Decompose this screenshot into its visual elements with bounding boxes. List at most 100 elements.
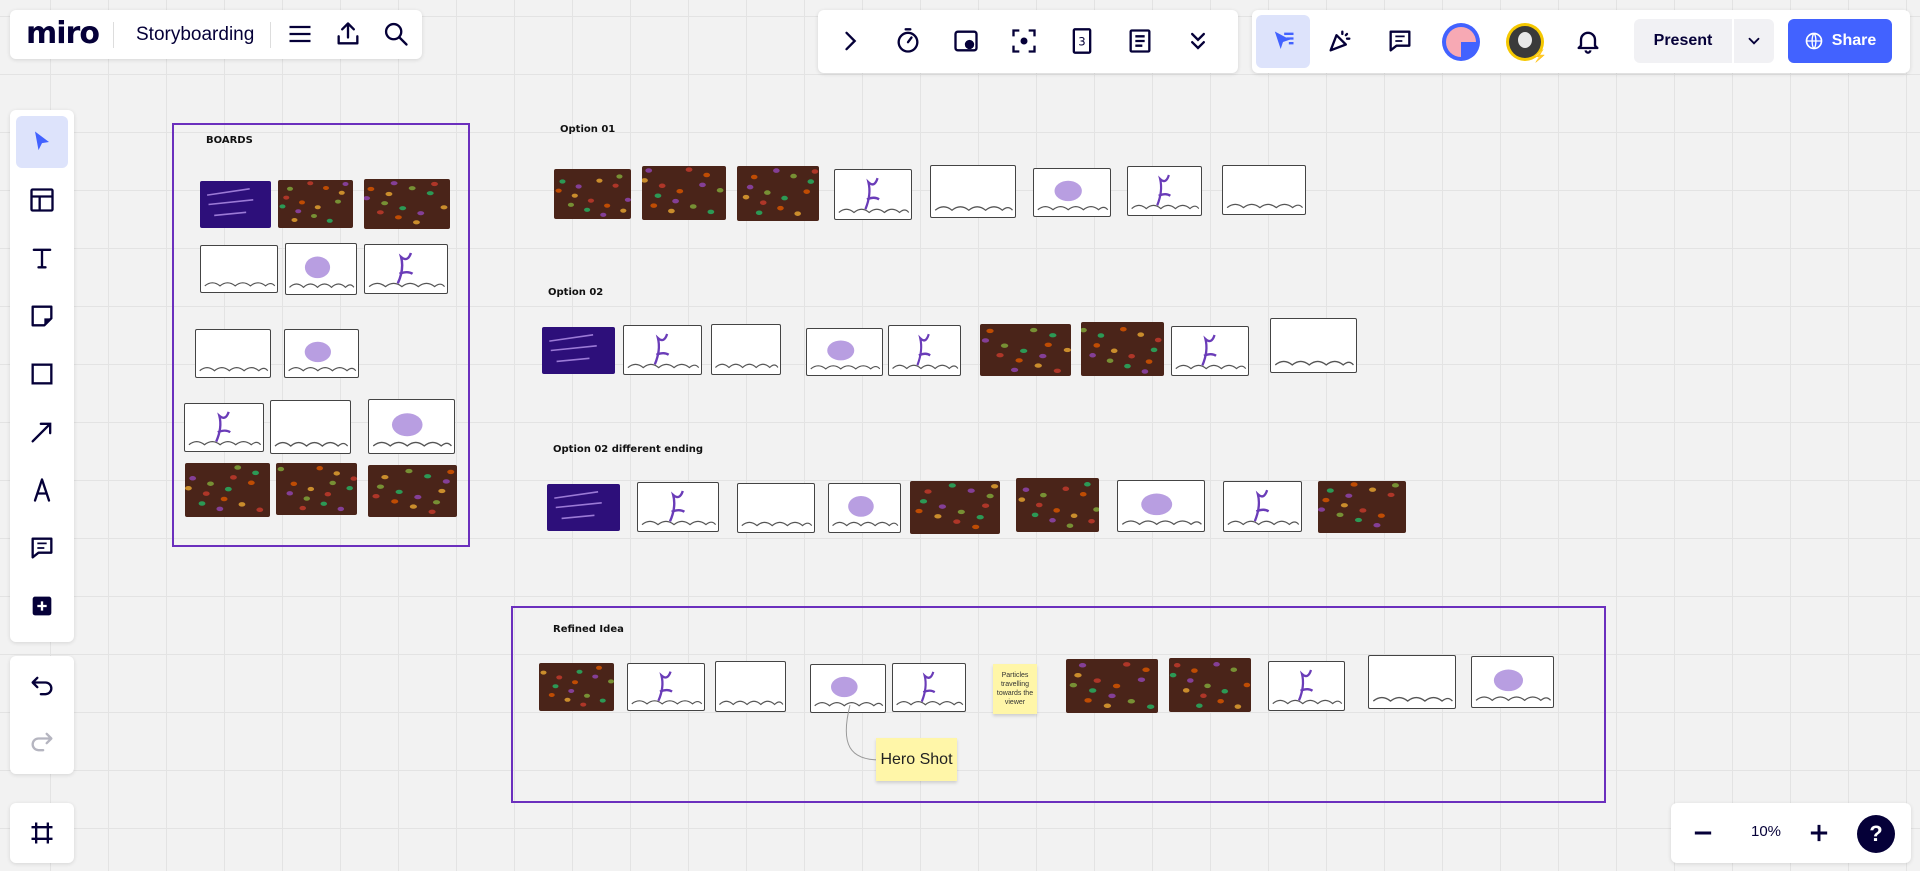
sticky-note-particles[interactable]: Particles travelling towards the viewer — [993, 664, 1037, 714]
storyboard-frame-thumbnail[interactable] — [637, 482, 719, 532]
collaborator-avatar[interactable] — [1442, 23, 1480, 61]
storyboard-sketch-image — [364, 181, 448, 225]
undo-button[interactable] — [20, 664, 64, 708]
square-icon — [31, 363, 53, 385]
help-button[interactable]: ? — [1857, 815, 1895, 853]
storyboard-frame-thumbnail[interactable] — [1222, 165, 1306, 215]
storyboard-frame-thumbnail[interactable] — [834, 169, 912, 220]
storyboard-frame-thumbnail[interactable] — [185, 463, 270, 517]
storyboard-frame-thumbnail[interactable] — [1171, 326, 1249, 376]
share-button[interactable]: Share — [1788, 19, 1892, 63]
redo-icon — [31, 732, 53, 752]
storyboard-frame-thumbnail[interactable] — [547, 484, 620, 531]
storyboard-frame-thumbnail[interactable] — [1471, 656, 1554, 708]
storyboard-frame-thumbnail[interactable] — [1368, 655, 1456, 709]
storyboard-frame-thumbnail[interactable] — [1016, 478, 1099, 532]
storyboard-frame-thumbnail[interactable] — [1223, 481, 1302, 532]
storyboard-frame-thumbnail[interactable] — [539, 663, 614, 711]
storyboard-frame-thumbnail[interactable] — [368, 399, 455, 454]
shape-tool[interactable] — [20, 352, 64, 396]
storyboard-frame-thumbnail[interactable] — [930, 165, 1016, 218]
voting-button[interactable]: 3 — [1060, 19, 1104, 63]
menu-button[interactable] — [278, 12, 322, 56]
connection-line-tool[interactable] — [20, 410, 64, 454]
storyboard-frame-thumbnail[interactable] — [711, 324, 781, 375]
timer-button[interactable] — [886, 19, 930, 63]
pen-tool[interactable] — [20, 468, 64, 512]
select-tool[interactable] — [16, 116, 68, 168]
storyboard-frame-thumbnail[interactable] — [888, 325, 961, 376]
storyboard-frame-thumbnail[interactable] — [554, 169, 631, 219]
storyboard-frame-thumbnail[interactable] — [910, 481, 1000, 534]
comment-tool[interactable] — [20, 526, 64, 570]
storyboard-sketch-image — [372, 468, 455, 514]
more-tools-button[interactable] — [1176, 19, 1220, 63]
present-button[interactable]: Present — [1634, 19, 1732, 63]
notes-button[interactable] — [1118, 19, 1162, 63]
board-title[interactable]: Storyboarding — [136, 24, 254, 46]
storyboard-frame-thumbnail[interactable] — [980, 324, 1071, 376]
video-chat-button[interactable] — [944, 19, 988, 63]
storyboard-frame-thumbnail[interactable] — [195, 329, 271, 378]
storyboard-frame-thumbnail[interactable] — [892, 663, 966, 712]
celebrate-button[interactable] — [1318, 19, 1362, 63]
expand-tools-button[interactable] — [828, 19, 872, 63]
notifications-button[interactable] — [1566, 19, 1610, 63]
zoom-in-button[interactable] — [1797, 811, 1841, 855]
storyboard-frame-thumbnail[interactable] — [284, 329, 359, 378]
storyboard-frame-thumbnail[interactable] — [1169, 658, 1251, 712]
storyboard-frame-thumbnail[interactable] — [1268, 661, 1345, 711]
comments-button[interactable] — [1378, 19, 1422, 63]
storyboard-frame-thumbnail[interactable] — [278, 180, 353, 228]
storyboard-frame-thumbnail[interactable] — [285, 243, 357, 295]
storyboard-frame-thumbnail[interactable] — [627, 663, 705, 711]
zoom-out-button[interactable] — [1681, 811, 1725, 855]
storyboard-sketch-image — [368, 252, 446, 288]
storyboard-frame-thumbnail[interactable] — [542, 327, 615, 374]
storyboard-frame-thumbnail[interactable] — [828, 483, 901, 533]
storyboard-frame-thumbnail[interactable] — [623, 325, 702, 375]
minus-icon — [1694, 831, 1712, 835]
text-tool[interactable] — [20, 236, 64, 280]
storyboard-sketch-image — [1475, 669, 1552, 702]
export-button[interactable] — [326, 12, 370, 56]
miro-logo[interactable]: miro — [26, 16, 100, 51]
storyboard-frame-thumbnail[interactable] — [806, 328, 883, 376]
storyboard-frame-thumbnail[interactable] — [737, 483, 815, 533]
frames-button[interactable] — [20, 811, 64, 855]
storyboard-sketch-image — [277, 466, 357, 512]
sticky-note-hero-shot[interactable]: Hero Shot — [876, 738, 957, 781]
zoom-level[interactable]: 10% — [1741, 823, 1791, 840]
storyboard-frame-thumbnail[interactable] — [364, 244, 448, 294]
storyboard-frame-thumbnail[interactable] — [368, 465, 457, 517]
storyboard-frame-thumbnail[interactable] — [715, 661, 786, 712]
storyboard-sketch-image — [810, 340, 881, 370]
storyboard-sketch-image — [288, 341, 357, 372]
more-apps-tool[interactable] — [20, 584, 64, 628]
storyboard-frame-thumbnail[interactable] — [200, 245, 278, 293]
storyboard-frame-thumbnail[interactable] — [364, 179, 450, 229]
templates-tool[interactable] — [20, 178, 64, 222]
redo-button[interactable] — [20, 720, 64, 764]
user-avatar[interactable]: ⚡ — [1506, 23, 1547, 63]
reactions-cursor-button[interactable] — [1256, 15, 1310, 68]
storyboard-frame-thumbnail[interactable] — [642, 166, 726, 220]
storyboard-frame-thumbnail[interactable] — [1127, 166, 1202, 216]
storyboard-frame-thumbnail[interactable] — [1270, 318, 1357, 373]
storyboard-frame-thumbnail[interactable] — [276, 463, 357, 515]
storyboard-frame-thumbnail[interactable] — [184, 403, 264, 452]
storyboard-frame-thumbnail[interactable] — [737, 166, 819, 221]
storyboard-frame-thumbnail[interactable] — [1081, 322, 1164, 376]
storyboard-frame-thumbnail[interactable] — [1066, 659, 1158, 713]
storyboard-frame-thumbnail[interactable] — [200, 181, 271, 228]
storyboard-sketch-image — [641, 490, 717, 526]
present-options-button[interactable] — [1734, 19, 1774, 63]
search-button[interactable] — [374, 12, 418, 56]
storyboard-frame-thumbnail[interactable] — [270, 400, 351, 454]
storyboard-frame-thumbnail[interactable] — [1318, 481, 1406, 533]
storyboard-frame-thumbnail[interactable] — [1033, 168, 1111, 217]
hamburger-menu-icon — [289, 25, 311, 43]
attention-button[interactable] — [1002, 19, 1046, 63]
storyboard-frame-thumbnail[interactable] — [1117, 480, 1205, 532]
sticky-note-tool[interactable] — [20, 294, 64, 338]
